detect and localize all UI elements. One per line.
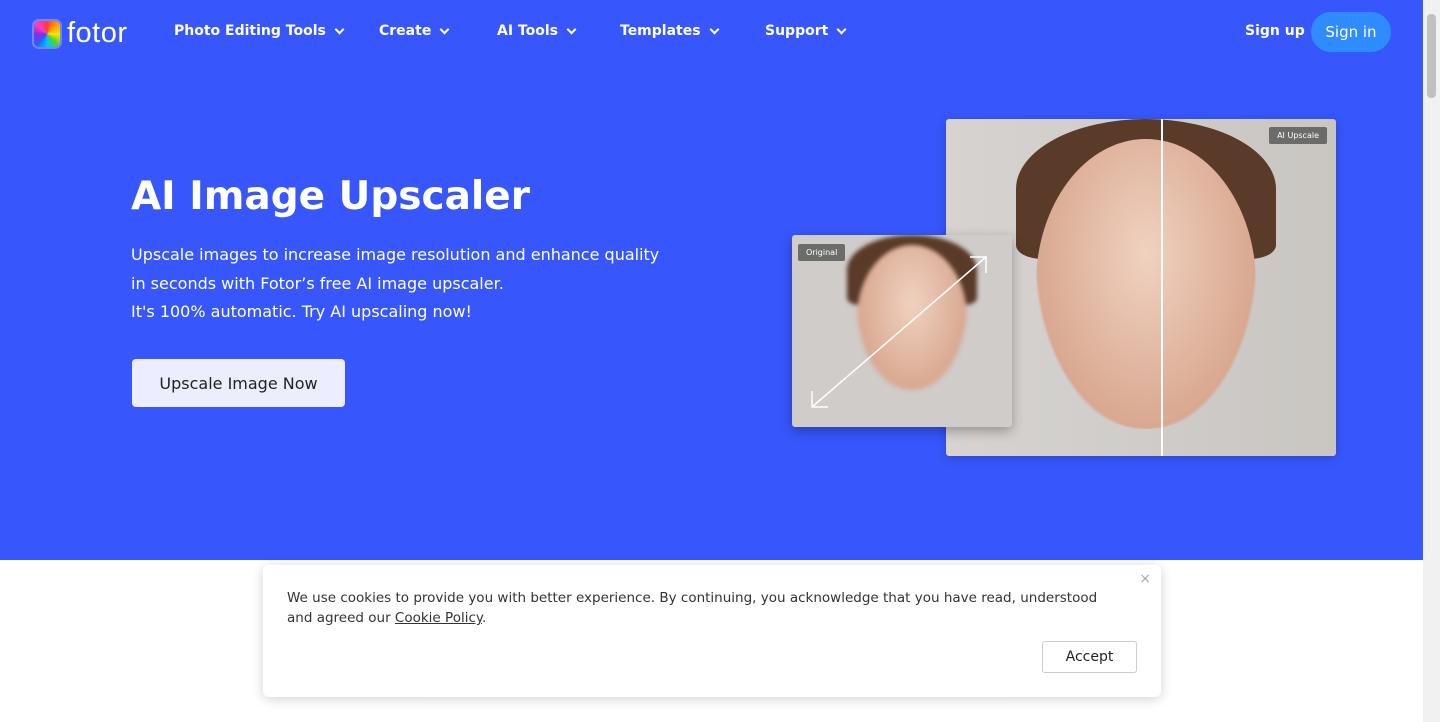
chevron-down-icon	[566, 24, 577, 34]
scrollbar[interactable]	[1423, 0, 1440, 722]
nav-label: AI Tools	[497, 23, 558, 39]
brand-name: fotor	[67, 17, 128, 49]
sign-in-button[interactable]: Sign in	[1311, 12, 1391, 52]
nav-photo-editing-tools[interactable]: Photo Editing Tools	[174, 23, 345, 39]
ai-upscale-tag: AI Upscale	[1269, 127, 1327, 144]
chevron-down-icon	[439, 24, 450, 34]
hero-description: Upscale images to increase image resolut…	[131, 241, 731, 327]
cookie-banner: × We use cookies to provide you with bet…	[263, 565, 1161, 697]
original-image: Original	[792, 235, 1012, 427]
description-line: in seconds with Fotor’s free AI image up…	[131, 273, 504, 293]
nav-create[interactable]: Create	[379, 23, 450, 39]
top-nav: fotor Photo Editing Tools Create AI Tool…	[0, 0, 1423, 64]
resize-arrow-icon	[811, 256, 987, 408]
nav-templates[interactable]: Templates	[620, 23, 720, 39]
hero-section: fotor Photo Editing Tools Create AI Tool…	[0, 0, 1423, 560]
nav-label: Support	[765, 23, 829, 39]
chevron-down-icon	[709, 24, 720, 34]
nav-support[interactable]: Support	[765, 23, 847, 39]
close-icon[interactable]: ×	[1139, 571, 1151, 587]
nav-label: Templates	[620, 23, 701, 39]
chevron-down-icon	[334, 24, 345, 34]
accept-button[interactable]: Accept	[1042, 641, 1137, 673]
page-title: AI Image Upscaler	[131, 174, 530, 219]
scrollbar-thumb[interactable]	[1427, 14, 1436, 98]
nav-label: Create	[379, 23, 432, 39]
cookie-message: We use cookies to provide you with bette…	[287, 588, 1107, 628]
fotor-logo-icon	[32, 18, 62, 49]
nav-ai-tools[interactable]: AI Tools	[497, 23, 577, 39]
original-tag: Original	[798, 244, 846, 261]
cookie-policy-link[interactable]: Cookie Policy	[395, 610, 482, 626]
cookie-text-end: .	[481, 610, 487, 626]
nav-label: Photo Editing Tools	[174, 23, 326, 39]
description-line: Upscale images to increase image resolut…	[131, 245, 660, 264]
upscale-image-now-button[interactable]: Upscale Image Now	[132, 359, 345, 407]
sign-up-link[interactable]: Sign up	[1245, 23, 1305, 39]
chevron-down-icon	[836, 24, 847, 34]
face-shape	[1036, 139, 1256, 429]
comparison-divider[interactable]	[1161, 119, 1163, 456]
fotor-logo[interactable]: fotor	[32, 17, 128, 50]
description-line: It's 100% automatic. Try AI upscaling no…	[131, 302, 472, 321]
